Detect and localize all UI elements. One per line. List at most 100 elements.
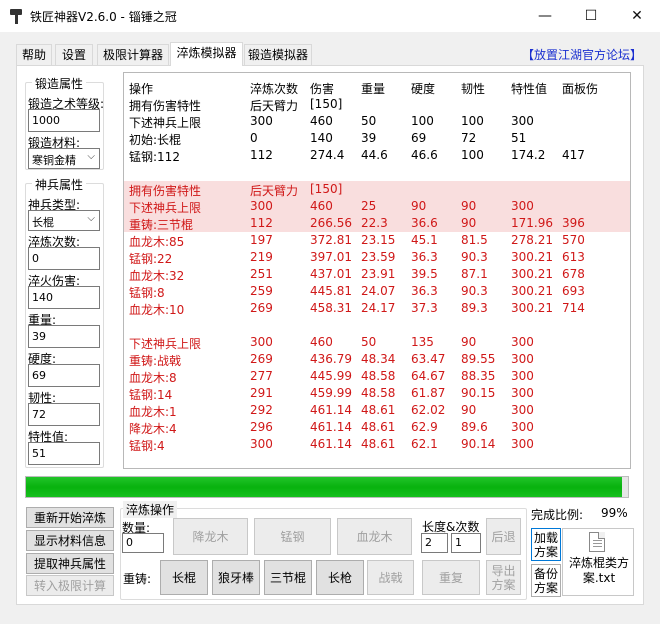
result-cell: 112	[250, 216, 273, 230]
result-row: 重铸:战戟 269 436.79 48.34 63.47 89.55 300	[124, 351, 630, 368]
result-cell: 300	[250, 437, 273, 451]
completion-ratio-value: 99%	[601, 506, 628, 520]
result-cell: 36.6	[411, 216, 438, 230]
result-cell: 22.3	[361, 216, 388, 230]
result-cell: 300	[511, 114, 534, 128]
show-material-info-button[interactable]: 显示材料信息	[26, 530, 114, 551]
tab-settings[interactable]: 设置	[55, 44, 93, 65]
recast-wolf-fang-button[interactable]: 狼牙棒	[212, 560, 260, 595]
quantity-input[interactable]: 0	[122, 533, 164, 553]
result-cell: 100	[461, 114, 484, 128]
backup-plan-button[interactable]: 备份方案	[531, 564, 561, 597]
trait-input[interactable]: 51	[28, 442, 100, 465]
length-input[interactable]: 2	[421, 533, 448, 553]
result-cell: 62.1	[411, 437, 438, 451]
result-cell: 72	[461, 131, 477, 145]
restart-quench-button[interactable]: 重新开始淬炼	[26, 507, 114, 528]
blood-dragon-wood-button[interactable]: 血龙木	[337, 518, 412, 555]
weight-input[interactable]: 39	[28, 325, 100, 348]
forging-level-input[interactable]: 1000	[28, 109, 100, 132]
result-row: 血龙木:1 292 461.14 48.61 62.02 90 300	[124, 402, 630, 419]
plan-file-item[interactable]: 淬炼棍类方案.txt	[562, 528, 634, 596]
result-row: 拥有伤害特性 后天臂力 [150]	[124, 96, 630, 113]
result-cell: 458.31	[310, 301, 352, 315]
result-cell: 81.5	[461, 233, 488, 247]
result-cell: 112	[250, 148, 273, 162]
result-cell: 90	[461, 199, 477, 213]
header-cell: 淬炼次数	[250, 82, 299, 96]
result-cell: 300	[511, 403, 534, 417]
result-cell: 300	[511, 437, 534, 451]
result-cell: 血龙木:85	[129, 235, 185, 249]
result-cell: 90	[461, 335, 477, 349]
export-plan-button[interactable]: 导出方案	[486, 560, 521, 595]
quench-ops-title: 淬炼操作	[123, 501, 178, 518]
result-cell: 37.3	[411, 301, 438, 315]
repeat-button[interactable]: 重复	[422, 560, 480, 595]
manganese-steel-button[interactable]: 锰钢	[254, 518, 331, 555]
result-cell: 259	[250, 284, 273, 298]
result-row: 拥有伤害特性 后天臂力 [150]	[124, 181, 630, 198]
result-cell: 62.9	[411, 420, 438, 434]
close-button[interactable]: ✕	[614, 0, 660, 32]
quench-damage-input[interactable]: 140	[28, 286, 100, 309]
load-plan-button[interactable]: 加载方案	[531, 528, 561, 561]
spacer-row	[124, 164, 630, 181]
tab-quench-simulator[interactable]: 淬炼模拟器	[170, 42, 243, 66]
result-cell: 300	[511, 420, 534, 434]
header-cell: 重量	[361, 82, 386, 96]
tab-limit-calculator[interactable]: 极限计算器	[97, 44, 169, 65]
result-cell: 300.21	[511, 250, 553, 264]
result-cell: 51	[511, 131, 527, 145]
result-cell: 461.14	[310, 403, 352, 417]
result-cell: 血龙木:32	[129, 269, 185, 283]
recast-three-section-staff-button[interactable]: 三节棍	[264, 560, 312, 595]
hammer-icon	[10, 9, 22, 24]
result-cell: 39	[361, 131, 377, 145]
result-cell: 重铸:三节棍	[129, 218, 194, 232]
result-cell: 后天臂力	[250, 99, 299, 113]
toughness-input[interactable]: 72	[28, 403, 100, 426]
weapon-type-select[interactable]: 长棍 ⌵	[28, 210, 100, 231]
result-cell: 24.07	[361, 284, 396, 298]
result-cell: 300	[511, 369, 534, 383]
plan-file-name: 淬炼棍类方案.txt	[568, 556, 629, 585]
back-button[interactable]: 后退	[486, 518, 521, 555]
result-cell: 45.1	[411, 233, 438, 247]
progress-fill	[26, 477, 622, 497]
result-cell: 锰钢:8	[129, 286, 165, 300]
times-input[interactable]: 1	[451, 533, 481, 553]
dragon-wood-button[interactable]: 降龙木	[173, 518, 248, 555]
quench-count-input[interactable]: 0	[28, 247, 100, 270]
recast-spear-button[interactable]: 长枪	[316, 560, 364, 595]
result-cell: 48.61	[361, 403, 396, 417]
result-cell: 48.61	[361, 420, 396, 434]
forum-link[interactable]: 【放置江湖官方论坛】	[522, 46, 642, 63]
result-row: 血龙木:8 277 445.99 48.58 64.67 88.35 300	[124, 368, 630, 385]
result-cell: 300.21	[511, 301, 553, 315]
results-header: 操作 淬炼次数 伤害 重量 硬度 韧性 特性值 面板伤	[124, 79, 630, 96]
result-cell: 90	[461, 216, 477, 230]
forging-group-title: 锻造属性	[32, 75, 87, 92]
result-cell: 396	[562, 216, 585, 230]
forging-material-select[interactable]: 寒铜金精 ⌵	[28, 148, 100, 169]
tab-help[interactable]: 帮助	[16, 44, 52, 65]
results-panel[interactable]: 操作 淬炼次数 伤害 重量 硬度 韧性 特性值 面板伤 拥有伤害特性 后天臂力 [150] 下述神兵上…	[123, 72, 631, 469]
extract-weapon-attributes-button[interactable]: 提取神兵属性	[26, 553, 114, 574]
result-cell: 46.6	[411, 148, 438, 162]
result-cell: 61.87	[411, 386, 446, 400]
transfer-to-limit-calc-button[interactable]: 转入极限计算	[26, 575, 114, 596]
maximize-button[interactable]: ☐	[568, 0, 614, 32]
text-file-icon	[589, 532, 605, 552]
hardness-input[interactable]: 69	[28, 364, 100, 387]
result-cell: 36.3	[411, 284, 438, 298]
result-cell: 血龙木:8	[129, 371, 177, 385]
result-cell: 89.55	[461, 352, 496, 366]
result-cell: 23.15	[361, 233, 396, 247]
recast-long-staff-button[interactable]: 长棍	[160, 560, 208, 595]
tab-forge-simulator[interactable]: 锻造模拟器	[244, 44, 312, 65]
minimize-button[interactable]: —	[522, 0, 568, 32]
result-cell: 300	[250, 114, 273, 128]
recast-halberd-button[interactable]: 战戟	[367, 560, 414, 595]
result-cell: 135	[411, 335, 434, 349]
